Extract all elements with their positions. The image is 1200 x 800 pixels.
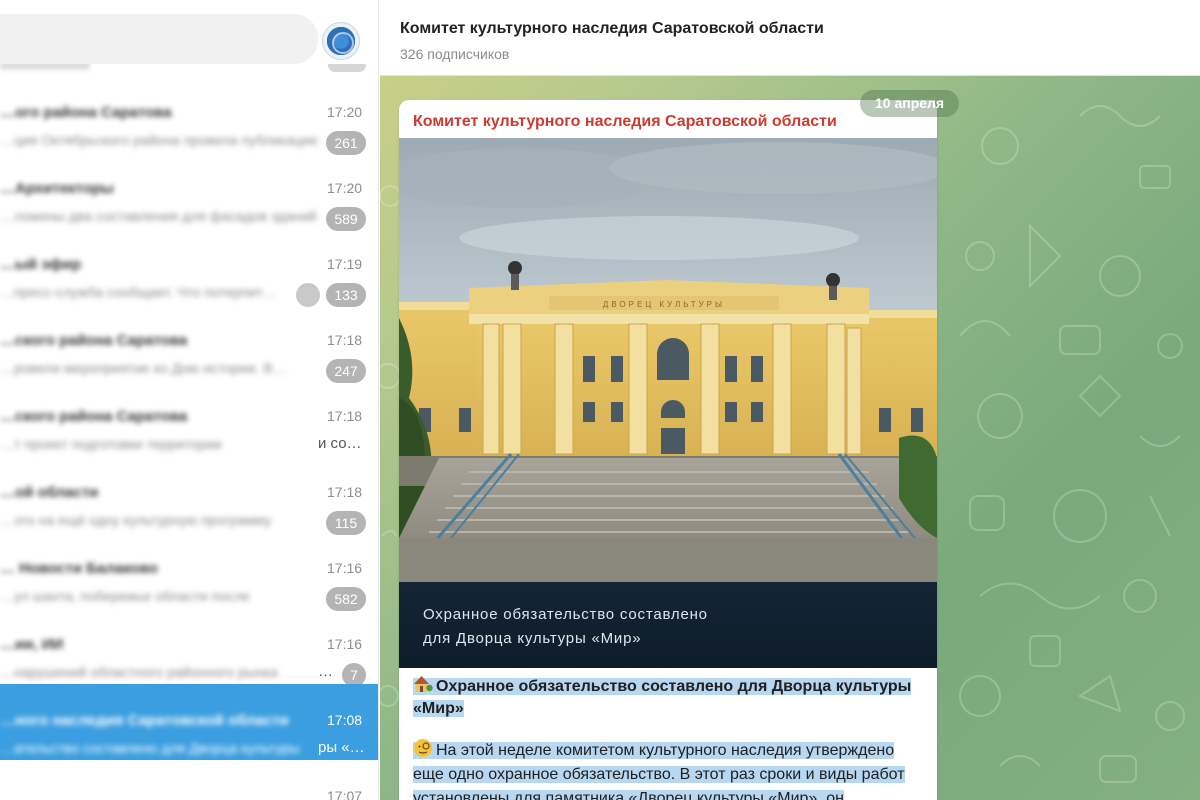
chat-time: 17:18	[327, 484, 363, 500]
chat-name: …ского района Саратова	[0, 408, 188, 425]
chat-preview-tail: и со…	[318, 435, 362, 452]
chat-list-item[interactable]: …ии, ИИ …нарушений областного районного р…	[0, 608, 378, 687]
chat-name: … Новости Балаково	[0, 560, 158, 577]
ghost-badge	[328, 64, 366, 72]
chat-header[interactable]: Комитет культурного наследия Саратовской…	[380, 0, 1200, 76]
chat-preview: …пресс-служба сообщает. Что потерпит…	[0, 284, 278, 300]
chat-list-item[interactable]: …ой области …это на ещё одну культурную п…	[0, 456, 378, 535]
post-body: На этой неделе комитетом культурного нас…	[411, 736, 923, 800]
chat-name: …ый эфир	[0, 256, 81, 273]
chat-time: 17:18	[327, 408, 363, 424]
chat-time: 17:16	[327, 560, 363, 576]
chat-preview: …это на ещё одну культурную программу	[0, 512, 272, 528]
photo-caption-line1: Охранное обязательство составлено	[423, 606, 708, 623]
chat-list: …ого района Саратова …ция Октябрьского ра…	[0, 76, 378, 800]
chat-preview: …нарушений областного районного рынка	[0, 664, 278, 680]
chat-preview: …ул шахта, побережье области после	[0, 588, 250, 604]
profile-avatar[interactable]	[322, 22, 360, 60]
post-author[interactable]: Комитет культурного наследия Саратовской…	[413, 113, 837, 131]
building-sign-text: ДВОРЕЦ КУЛЬТУРЫ	[603, 300, 725, 309]
chat-list-sidebar: …ого района Саратова …ция Октябрьского ра…	[0, 0, 379, 800]
post-headline: Охранное обязательство составлено для Дв…	[411, 668, 923, 724]
date-separator: 10 апреля	[860, 90, 960, 117]
chat-time: 17:07	[327, 788, 363, 800]
post-headline-text: Охранное обязательство составлено для Дв…	[413, 678, 912, 717]
chat-time: 17:20	[327, 104, 363, 120]
chat-preview: …т проект подготовки территории	[0, 436, 222, 452]
channel-title[interactable]: Комитет культурного наследия Саратовской…	[400, 20, 824, 38]
post-body-text: На этой неделе комитетом культурного нас…	[413, 742, 905, 800]
chat-name: …ой области	[0, 484, 99, 501]
ghost-text	[0, 64, 90, 70]
chat-name: …ии, ИИ	[0, 636, 64, 653]
chat-time: 17:20	[327, 180, 363, 196]
house-with-garden-icon	[414, 676, 433, 692]
chat-list-item[interactable]: …ый эфир …пресс-служба сообщает. Что поте…	[0, 228, 378, 307]
chat-list-item[interactable]: 17:07	[0, 760, 378, 800]
message-area[interactable]: Комитет культурного наследия Саратовской…	[380, 76, 1200, 800]
chat-preview: …ательство составлено для Дворца культур…	[0, 740, 300, 756]
chat-time: 17:16	[327, 636, 363, 652]
chat-list-item[interactable]: …ского района Саратова …т проект подготов…	[0, 380, 378, 456]
chat-time: 17:19	[327, 256, 363, 272]
monocle-face-icon	[414, 739, 432, 757]
chat-preview: …ложены два составления для фасадов здан…	[0, 208, 317, 224]
search-input[interactable]	[0, 14, 318, 64]
chat-name: …ого района Саратова	[0, 104, 172, 121]
photo-caption-band	[399, 582, 937, 668]
chat-time: 17:08	[327, 712, 363, 728]
chat-list-item[interactable]: …ого района Саратова …ция Октябрьского ра…	[0, 76, 378, 155]
subscriber-count: 326 подписчиков	[400, 46, 510, 62]
chat-preview: …ция Октябрьского района провела публика…	[0, 132, 318, 148]
chat-name: …ного наследия Саратовской области	[0, 712, 289, 729]
chat-time: 17:18	[327, 332, 363, 348]
chat-list-item[interactable]: …Архитекторы …ложены два составления для …	[0, 152, 378, 231]
chat-list-item[interactable]: …ского района Саратова …ровели мероприяти…	[0, 304, 378, 383]
chat-preview-tail: …	[318, 663, 333, 680]
post-text[interactable]: Охранное обязательство составлено для Дв…	[411, 668, 923, 800]
chat-list-item[interactable]: … Новости Балаково …ул шахта, побережье о…	[0, 532, 378, 611]
chat-list-overflow	[0, 64, 378, 74]
chat-preview: …ровели мероприятие ко Дню истории. В…	[0, 360, 287, 376]
chat-name: …ского района Саратова	[0, 332, 188, 349]
post-photo[interactable]: ДВОРЕЦ КУЛЬТУРЫ Охранное обязательство с…	[399, 138, 937, 668]
chat-preview-tail: ры «…	[318, 739, 365, 756]
chat-name: …Архитекторы	[0, 180, 114, 197]
photo-caption-line2: для Дворца культуры «Мир»	[423, 630, 642, 647]
chat-list-item[interactable]: …ного наследия Саратовской области …атель…	[0, 684, 378, 760]
channel-post[interactable]: Комитет культурного наследия Саратовской…	[399, 100, 937, 800]
